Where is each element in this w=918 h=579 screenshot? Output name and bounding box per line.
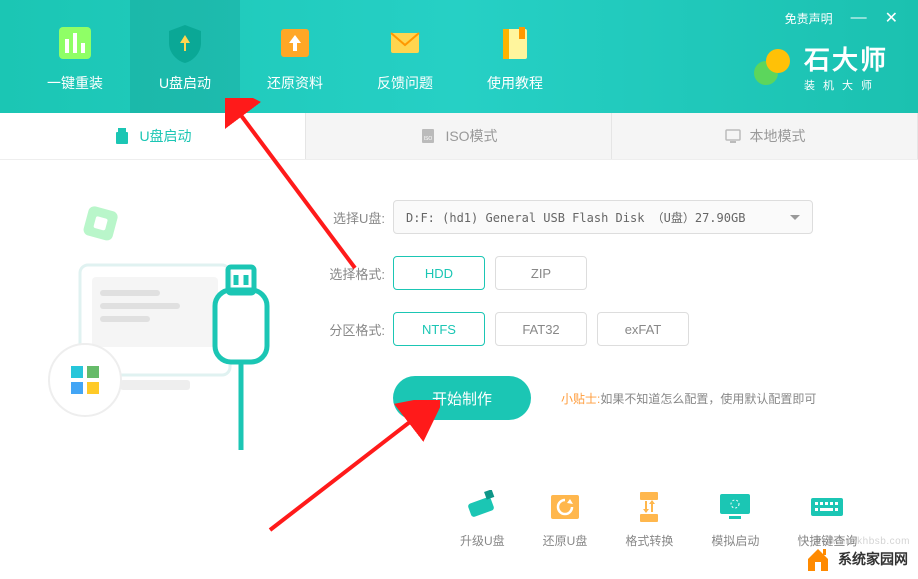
- subtab-local[interactable]: 本地模式: [612, 113, 918, 159]
- tool-convert[interactable]: 格式转换: [625, 490, 673, 549]
- subtab-label: U盘启动: [139, 126, 191, 146]
- label-select-u: 选择U盘:: [320, 208, 385, 227]
- minimize-button[interactable]: —: [851, 9, 867, 27]
- partition-exfat[interactable]: exFAT: [597, 312, 689, 346]
- usb-select[interactable]: D:F: (hd1) General USB Flash Disk （U盘）27…: [393, 200, 813, 234]
- tool-restore-usb[interactable]: 还原U盘: [543, 490, 588, 549]
- label-partition: 分区格式:: [320, 320, 385, 339]
- nav-tutorial[interactable]: 使用教程: [460, 0, 570, 113]
- tool-label: 还原U盘: [543, 532, 588, 549]
- nav-reinstall[interactable]: 一键重装: [20, 0, 130, 113]
- upload-box-icon: [273, 21, 317, 65]
- usb-upgrade-icon: [463, 490, 501, 524]
- tip-text: 小贴士:如果不知道怎么配置，使用默认配置即可: [561, 390, 816, 407]
- nav-usb-boot[interactable]: U盘启动: [130, 0, 240, 113]
- usb-drive-icon: [113, 127, 131, 145]
- tool-simulate[interactable]: 模拟启动: [711, 490, 759, 549]
- simulate-icon: [716, 490, 754, 524]
- start-make-button[interactable]: 开始制作: [393, 376, 531, 420]
- monitor-icon: [724, 127, 742, 145]
- brand-sub: 装机大师: [804, 77, 888, 93]
- nav-feedback[interactable]: 反馈问题: [350, 0, 460, 113]
- disclaimer-link[interactable]: 免责声明: [785, 10, 833, 27]
- nav-label: 还原资料: [267, 73, 323, 93]
- format-zip[interactable]: ZIP: [495, 256, 587, 290]
- nav-label: 一键重装: [47, 73, 103, 93]
- tool-upgrade-usb[interactable]: 升级U盘: [460, 490, 505, 549]
- watermark-text: 系统家园网: [838, 549, 908, 569]
- restore-icon: [546, 490, 584, 524]
- partition-ntfs[interactable]: NTFS: [393, 312, 485, 346]
- subtab-iso[interactable]: ISO ISO模式: [306, 113, 612, 159]
- envelope-icon: [383, 21, 427, 65]
- label-format: 选择格式:: [320, 264, 385, 283]
- tool-label: 格式转换: [625, 532, 673, 549]
- tip-body: 如果不知道怎么配置，使用默认配置即可: [600, 392, 816, 406]
- subtab-usb[interactable]: U盘启动: [0, 113, 306, 159]
- tool-label: 模拟启动: [711, 532, 759, 549]
- shield-usb-icon: [163, 21, 207, 65]
- keyboard-icon: [808, 490, 846, 524]
- brand-logo-icon: [750, 45, 794, 89]
- brand: 石大师 装机大师: [750, 40, 888, 93]
- brand-name: 石大师: [804, 40, 888, 77]
- tool-label: 升级U盘: [460, 532, 505, 549]
- close-button[interactable]: ✕: [885, 8, 898, 28]
- subtab-label: 本地模式: [750, 126, 806, 146]
- bottom-tools: 升级U盘 还原U盘 格式转换 模拟启动 快捷键查询: [460, 490, 857, 549]
- iso-file-icon: ISO: [419, 127, 437, 145]
- subtab-label: ISO模式: [445, 126, 497, 146]
- format-hdd[interactable]: HDD: [393, 256, 485, 290]
- convert-icon: [630, 490, 668, 524]
- tip-label: 小贴士:: [561, 392, 600, 406]
- bar-chart-icon: [53, 21, 97, 65]
- nav-label: 使用教程: [487, 73, 543, 93]
- site-watermark: 系统家园网: [804, 545, 908, 573]
- book-icon: [493, 21, 537, 65]
- nav-label: 反馈问题: [377, 73, 433, 93]
- house-icon: [804, 545, 832, 573]
- nav-restore[interactable]: 还原资料: [240, 0, 350, 113]
- sub-tabs: U盘启动 ISO ISO模式 本地模式: [0, 113, 918, 160]
- svg-text:ISO: ISO: [424, 136, 433, 142]
- nav-label: U盘启动: [159, 73, 211, 93]
- partition-fat32[interactable]: FAT32: [495, 312, 587, 346]
